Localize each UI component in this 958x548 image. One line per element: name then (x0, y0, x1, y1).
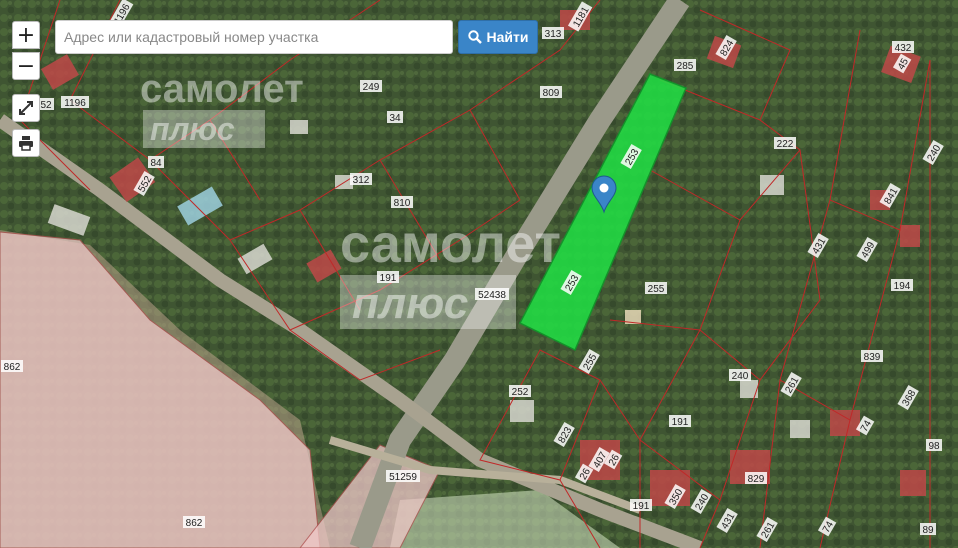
parcel-number-text: 51259 (389, 472, 417, 483)
satellite-map[interactable]: самолет плюс самолет плюс 1196 1181313285… (0, 0, 958, 548)
parcel-number-text: 34 (389, 113, 401, 124)
parcel-number-text: 862 (186, 518, 203, 529)
parcel-number-text: 222 (777, 139, 794, 150)
search-button[interactable]: Найти (458, 20, 538, 54)
parcel-number-label: 191 (630, 499, 652, 512)
parcel-number-text: 285 (677, 61, 694, 72)
parcel-number-text: 194 (894, 281, 911, 292)
parcel-number-label: 862 (183, 516, 205, 529)
parcel-number-text: 89 (922, 525, 934, 536)
parcel-number-label: 432 (892, 41, 914, 54)
search-button-label: Найти (486, 29, 529, 45)
parcel-number-label: 1196 (61, 96, 89, 109)
parcel-number-label: 240 (729, 369, 751, 382)
parcel-number-label: 191 (669, 415, 691, 428)
parcel-number-text: 313 (545, 29, 562, 40)
parcel-number-text: 191 (633, 501, 650, 512)
parcel-number-text: 191 (672, 417, 689, 428)
parcel-number-label: 222 (774, 137, 796, 150)
parcel-number-text: 809 (543, 88, 560, 99)
parcel-number-text: 829 (748, 474, 765, 485)
address-search-input[interactable] (55, 20, 453, 54)
svg-text:плюс: плюс (352, 279, 468, 328)
parcel-number-label: 285 (674, 59, 696, 72)
parcel-number-label: 34 (387, 111, 403, 124)
parcel-number-text: 52 (40, 100, 52, 111)
zoom-in-button[interactable]: + (12, 21, 40, 49)
parcel-number-label: 255 (645, 282, 667, 295)
parcel-number-label: 52 (38, 98, 54, 111)
parcel-number-text: 84 (150, 158, 162, 169)
print-button[interactable] (12, 129, 40, 157)
parcel-number-text: 862 (4, 362, 21, 373)
parcel-number-text: 249 (363, 82, 380, 93)
zoom-out-button[interactable]: − (12, 52, 40, 80)
parcel-number-text: 252 (512, 387, 529, 398)
parcel-number-label: 84 (148, 156, 164, 169)
parcel-number-text: 191 (380, 273, 397, 284)
parcel-number-label: 249 (360, 80, 382, 93)
parcel-number-text: 98 (928, 441, 940, 452)
parcel-number-label: 839 (861, 350, 883, 363)
parcel-number-label: 312 (350, 173, 372, 186)
parcel-number-label: 52438 (475, 288, 509, 301)
parcel-number-text: 432 (895, 43, 912, 54)
parcel-number-label: 98 (926, 439, 942, 452)
svg-text:самолет: самолет (340, 214, 561, 274)
search-icon (467, 30, 482, 44)
parcel-number-text: 255 (648, 284, 665, 295)
parcel-number-text: 810 (394, 198, 411, 209)
parcel-number-label: 862 (1, 360, 23, 373)
parcel-number-text: 312 (353, 175, 370, 186)
expand-icon (19, 101, 33, 115)
parcel-number-label: 89 (920, 523, 936, 536)
parcel-number-text: 1196 (64, 98, 86, 109)
parcel-number-text: 52438 (478, 290, 506, 301)
fullscreen-button[interactable] (12, 94, 40, 122)
parcel-number-label: 810 (391, 196, 413, 209)
svg-text:плюс: плюс (150, 111, 235, 147)
parcel-number-label: 191 (377, 271, 399, 284)
print-icon (19, 136, 33, 151)
parcel-number-text: 240 (732, 371, 749, 382)
parcel-number-label: 252 (509, 385, 531, 398)
parcel-number-label: 194 (891, 279, 913, 292)
svg-text:самолет: самолет (140, 67, 304, 111)
parcel-number-label: 829 (745, 472, 767, 485)
parcel-number-label: 51259 (386, 470, 420, 483)
parcel-number-text: 839 (864, 352, 881, 363)
parcel-number-label: 313 (542, 27, 564, 40)
parcel-number-label: 809 (540, 86, 562, 99)
